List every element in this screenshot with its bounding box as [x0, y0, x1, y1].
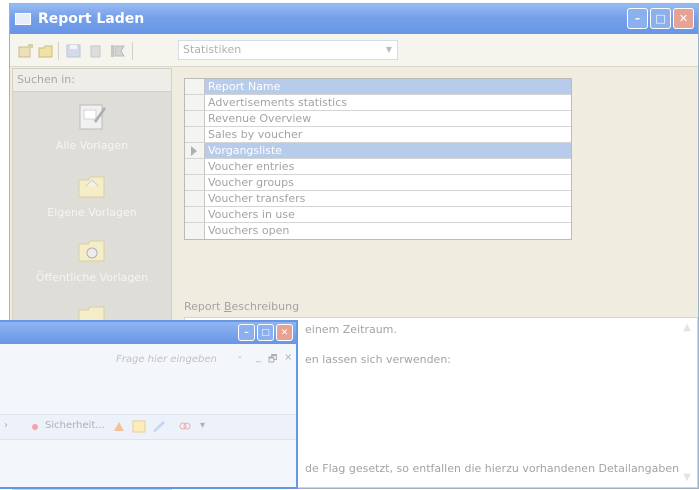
title-bar[interactable]: – □ ✕ — [0, 322, 296, 344]
toolbar-separator — [132, 42, 133, 60]
table-row[interactable]: Voucher entries — [185, 159, 571, 175]
report-name-cell: Vorgangsliste — [205, 143, 571, 158]
title-bar[interactable]: Report Laden – □ ✕ — [10, 4, 698, 34]
table-row[interactable]: Voucher transfers — [185, 191, 571, 207]
toolbar-separator — [58, 42, 59, 60]
table-row[interactable]: Advertisements statistics — [185, 95, 571, 111]
report-name-cell: Revenue Overview — [208, 112, 312, 125]
row-selector — [185, 127, 205, 142]
table-row[interactable]: Vouchers in use — [185, 207, 571, 223]
column-header: Report Name — [205, 79, 571, 94]
table-row-selected[interactable]: Vorgangsliste — [185, 143, 571, 159]
close-button[interactable]: ✕ — [276, 324, 293, 341]
new-report-icon[interactable] — [18, 44, 34, 58]
delete-icon[interactable] — [88, 44, 104, 58]
control-toolbox-icon[interactable] — [132, 420, 146, 433]
close-button[interactable]: ✕ — [673, 8, 694, 29]
app-icon — [15, 13, 31, 25]
document-pen-icon — [79, 104, 106, 130]
nav-item-label: Eigene Vorlagen — [47, 206, 137, 219]
category-select[interactable]: Statistiken ▼ — [178, 40, 398, 60]
properties-icon[interactable] — [110, 44, 126, 58]
window-controls: – □ ✕ — [238, 324, 293, 341]
scroll-up-icon[interactable]: ▲ — [683, 322, 691, 333]
minimize-button[interactable]: – — [238, 324, 255, 341]
row-selector — [185, 95, 205, 110]
nav-item-label: Alle Vorlagen — [55, 139, 129, 152]
minimize-button[interactable]: – — [627, 8, 648, 29]
save-icon[interactable] — [66, 44, 82, 58]
design-mode-icon[interactable] — [152, 420, 166, 433]
macro-icon[interactable] — [112, 420, 126, 433]
table-row[interactable]: Sales by voucher — [185, 127, 571, 143]
toolbar-chevron-icon[interactable]: › — [4, 420, 8, 431]
ask-dropdown-icon[interactable]: - — [238, 352, 242, 363]
chevron-down-icon: ▼ — [385, 45, 392, 54]
report-list: Report Name Advertisements statistics Re… — [184, 78, 572, 240]
row-selector — [185, 143, 205, 158]
row-selector — [185, 223, 205, 239]
window-body: Frage hier eingeben - _ 🗗 × › Sicherheit… — [0, 344, 296, 487]
security-icon — [32, 424, 38, 430]
row-selector — [185, 175, 205, 190]
shared-folder-icon — [78, 240, 105, 262]
table-row[interactable]: Voucher groups — [185, 175, 571, 191]
report-name-cell: Sales by voucher — [208, 128, 303, 141]
description-label: Report Beschreibung — [184, 300, 300, 313]
maximize-button[interactable]: □ — [650, 8, 671, 29]
security-toolbar: › Sicherheit... ▾ — [0, 414, 296, 440]
search-in-header: Suchen in: — [13, 69, 171, 92]
window-title: Report Laden — [38, 11, 145, 27]
ask-question-input[interactable]: Frage hier eingeben — [116, 352, 226, 368]
doc-close-button[interactable]: × — [284, 352, 292, 363]
nav-item-label: Öffentliche Vorlagen — [35, 271, 149, 284]
report-name-cell: Voucher transfers — [208, 192, 306, 205]
table-row[interactable]: Vouchers open — [185, 223, 571, 239]
nav-all-templates[interactable]: Alle Vorlagen — [13, 101, 171, 152]
toolbar-options-icon[interactable]: ▾ — [200, 420, 205, 431]
nav-own-templates[interactable]: Eigene Vorlagen — [13, 172, 171, 219]
background-app-window: – □ ✕ Frage hier eingeben - _ 🗗 × › Sich… — [0, 320, 298, 489]
scroll-down-icon[interactable]: ▼ — [683, 472, 691, 483]
hyperlink-icon[interactable] — [178, 420, 192, 433]
row-selector — [185, 207, 205, 222]
table-row[interactable]: Revenue Overview — [185, 111, 571, 127]
security-button[interactable]: Sicherheit... — [45, 420, 105, 431]
category-select-value: Statistiken — [183, 43, 242, 56]
row-selector — [185, 191, 205, 206]
row-selector — [185, 79, 205, 94]
nav-public-templates[interactable]: Öffentliche Vorlagen — [13, 235, 171, 284]
report-name-cell: Vouchers in use — [208, 208, 295, 221]
doc-restore-icon[interactable]: 🗗 — [268, 352, 277, 369]
report-name-cell: Voucher entries — [208, 160, 295, 173]
maximize-button[interactable]: □ — [257, 324, 274, 341]
description-line: en lassen sich verwenden: — [305, 353, 451, 366]
window-controls: – □ ✕ — [627, 8, 694, 29]
row-selector — [185, 159, 205, 174]
report-list-header[interactable]: Report Name — [185, 79, 571, 95]
current-row-arrow-icon — [191, 146, 197, 156]
doc-minimize-button[interactable]: _ — [256, 352, 261, 363]
toolbar: Statistiken ▼ — [10, 34, 698, 67]
report-name-cell: Vouchers open — [208, 224, 290, 237]
open-folder-icon[interactable] — [38, 44, 54, 58]
report-name-cell: Advertisements statistics — [208, 96, 348, 109]
folder-icon — [78, 176, 105, 198]
report-name-cell: Voucher groups — [208, 176, 294, 189]
description-line: de Flag gesetzt, so entfallen die hierzu… — [305, 462, 680, 475]
description-line: einem Zeitraum. — [305, 323, 397, 336]
row-selector — [185, 111, 205, 126]
